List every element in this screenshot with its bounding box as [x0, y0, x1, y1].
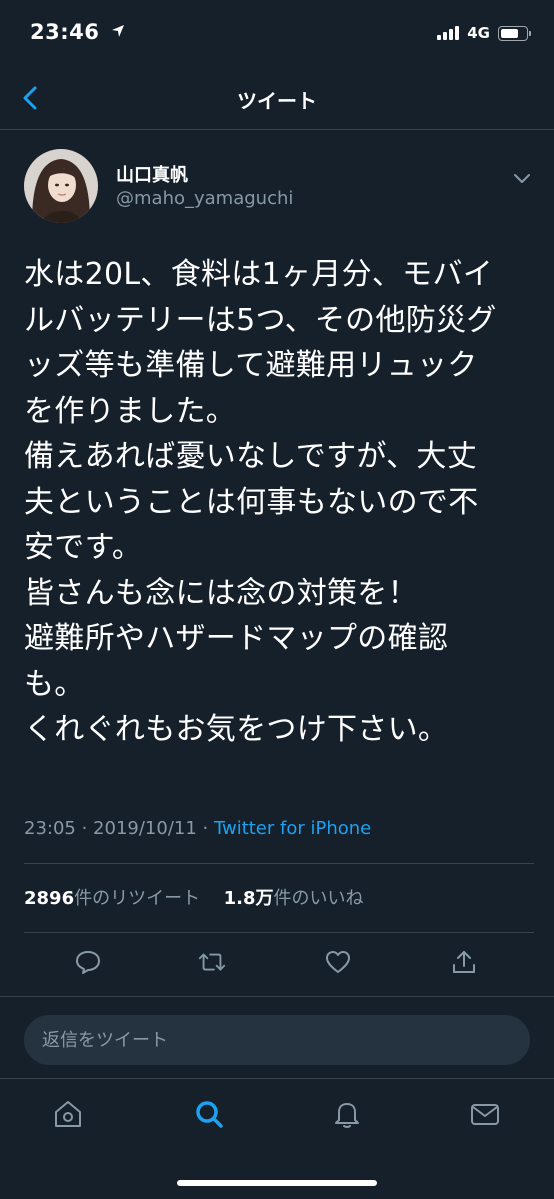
battery-icon — [498, 25, 531, 41]
share-icon — [453, 951, 475, 973]
status-bar: 23:46 4G — [0, 0, 554, 66]
status-indicators: 4G — [437, 23, 531, 43]
retweet-button[interactable] — [197, 947, 227, 977]
tweet-line: 安です。 — [24, 530, 143, 565]
tweet-line: 備えあれば憂いなしですが、大丈 — [24, 439, 477, 474]
likes-count: 1.8万 — [223, 888, 274, 909]
divider — [24, 932, 534, 933]
tweet-line: 避難所やハザードマップの確認 — [24, 621, 449, 656]
page-title: ツイート — [237, 89, 317, 113]
search-icon — [196, 1101, 223, 1128]
signal-icon — [437, 26, 460, 40]
home-indicator — [177, 1180, 377, 1186]
retweets-label: 件のリツイート — [74, 888, 201, 909]
tweet-stats: 2896件のリツイート 1.8万件のいいね — [24, 884, 363, 910]
reply-input[interactable] — [42, 1015, 512, 1065]
tweet-line: 水は20L、食料は1ヶ月分、モバイ — [24, 257, 494, 292]
tweet-line: 皆さんも念には念の対策を！ — [24, 575, 418, 611]
messages-icon — [471, 1104, 499, 1125]
retweets-stat[interactable]: 2896件のリツイート — [24, 888, 200, 909]
heart-icon — [326, 951, 350, 973]
network-type: 4G — [467, 24, 490, 42]
tweet-line: も。 — [24, 666, 85, 702]
chevron-down-icon — [514, 174, 530, 183]
tweet-line: ルバッテリーは5つ、その他防災グ — [24, 302, 497, 338]
notifications-icon — [335, 1103, 359, 1128]
user-handle[interactable]: @maho_yamaguchi — [116, 188, 293, 209]
tweet-line: を作りました。 — [24, 393, 237, 429]
like-button[interactable] — [323, 947, 353, 977]
status-time: 23:46 — [30, 20, 125, 44]
home-icon — [55, 1101, 81, 1127]
share-button[interactable] — [449, 947, 479, 977]
comment-icon — [76, 951, 100, 974]
tweet-header: 山口真帆 @maho_yamaguchi — [24, 149, 534, 225]
tab-search[interactable] — [192, 1097, 226, 1131]
retweet-icon — [198, 953, 226, 971]
tweet-line: ッズ等も準備して避難用リュック — [24, 348, 478, 383]
tab-messages[interactable] — [468, 1097, 502, 1131]
tweet-source-link[interactable]: Twitter for iPhone — [214, 818, 371, 839]
tab-notifications[interactable] — [330, 1097, 364, 1131]
avatar[interactable] — [24, 149, 98, 223]
location-arrow-icon — [112, 25, 125, 37]
tab-home[interactable] — [51, 1097, 85, 1131]
reply-box — [24, 1015, 530, 1065]
divider — [24, 863, 534, 864]
retweets-count: 2896 — [24, 888, 75, 909]
tweet-line: くれぐれもお気をつけ下さい。 — [24, 712, 449, 747]
reply-button[interactable] — [73, 947, 103, 977]
likes-label: 件のいいね — [273, 888, 364, 909]
divider — [0, 996, 554, 997]
tweet-text: 水は20L、食料は1ヶ月分、モバイ ルバッテリーは5つ、その他防災グ ッズ等も準… — [24, 252, 534, 753]
tweet-meta: 23:05 · 2019/10/11 · Twitter for iPhone — [24, 818, 371, 839]
nav-bar: ツイート — [0, 66, 554, 130]
tweet-line: 夫ということは何事もないので不 — [24, 484, 479, 520]
display-name[interactable]: 山口真帆 — [116, 161, 188, 187]
tweet-actions — [0, 935, 554, 989]
likes-stat[interactable]: 1.8万件のいいね — [224, 888, 364, 909]
tweet-options-button[interactable] — [510, 167, 534, 191]
tweet-timestamp: 23:05 · 2019/10/11 · — [24, 818, 214, 839]
avatar-photo — [24, 149, 98, 223]
status-time-text: 23:46 — [30, 20, 100, 44]
